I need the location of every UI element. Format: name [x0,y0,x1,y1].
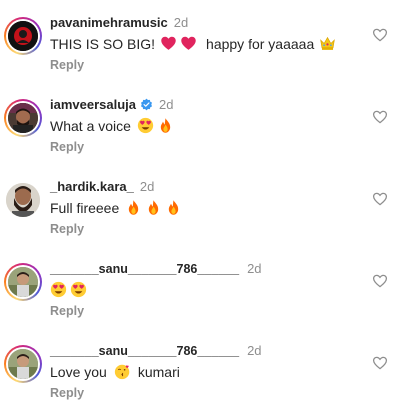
avatar[interactable] [4,181,42,219]
like-heart-icon[interactable] [372,191,388,207]
comment-text-part: Full fireeee [50,199,120,216]
comment-text-part: Love you [50,363,107,380]
avatar-photo [8,21,38,51]
comment-time: 2d [139,179,155,194]
like-heart-icon[interactable] [372,27,388,43]
comment-text: THIS IS SO BIG! happy for yaaaaa [50,35,336,52]
crown-emoji [319,35,336,52]
comment-time: 2d [173,15,189,30]
comment-text-part: THIS IS SO BIG! [50,35,156,52]
reply-button[interactable]: Reply [50,304,84,318]
comment-username[interactable]: pavanimehramusic [50,15,168,30]
comment-username[interactable]: _hardik.kara_ [50,179,134,194]
comment-text: Full fireeee [50,199,182,216]
avatar-photo [8,349,38,379]
verified-badge-icon [140,98,153,111]
heart-eyes-emoji [137,117,154,134]
comment-time: 2d [247,261,262,276]
comment-text-part: What a voice [50,117,131,134]
avatar-photo [8,103,38,133]
comment-username[interactable]: _______sanu_______786______ [50,344,239,358]
comment-text: What a voice [50,117,174,134]
comment-username[interactable]: iamveersaluja [50,97,136,112]
like-heart-icon[interactable] [372,273,388,289]
red-heart-emoji [180,35,197,52]
kissing-heart-emoji [114,363,131,380]
comment-time: 2d [247,343,262,358]
heart-eyes-emoji [70,281,87,298]
like-heart-icon[interactable] [372,109,388,125]
comment-username[interactable]: _______sanu_______786______ [50,262,239,276]
comment-text-part: kumari [137,363,180,380]
reply-button[interactable]: Reply [50,222,84,236]
like-heart-icon[interactable] [372,355,388,371]
comment-text [50,281,87,298]
comment-text: Love you kumari [50,363,180,380]
heart-eyes-emoji [50,281,67,298]
fire-emoji [145,199,162,216]
red-heart-emoji [160,35,177,52]
avatar-photo [8,267,38,297]
avatar[interactable] [4,263,42,301]
fire-emoji [125,199,142,216]
avatar[interactable] [4,99,42,137]
fire-emoji [165,199,182,216]
comment-text-part: happy for yaaaaa [206,35,315,52]
comment-time: 2d [159,97,174,112]
avatar-photo [6,183,40,217]
reply-button[interactable]: Reply [50,140,84,154]
reply-button[interactable]: Reply [50,58,84,72]
fire-emoji [157,117,174,134]
avatar[interactable] [4,345,42,383]
avatar[interactable] [4,17,42,55]
reply-button[interactable]: Reply [50,386,84,400]
